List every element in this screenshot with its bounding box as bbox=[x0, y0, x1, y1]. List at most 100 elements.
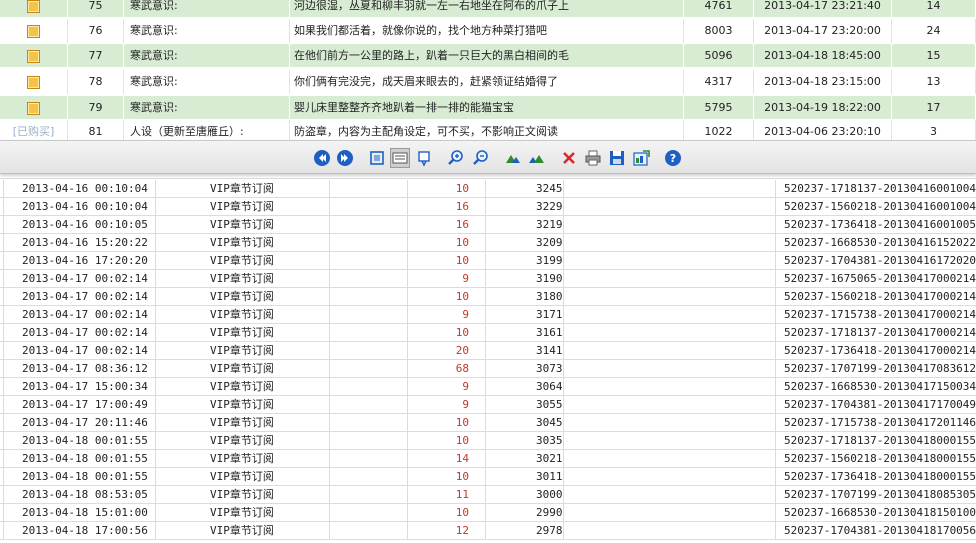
empty-cell bbox=[330, 252, 408, 270]
empty-cell bbox=[330, 324, 408, 342]
empty-cell bbox=[564, 324, 776, 342]
subscription-cost: 9 bbox=[408, 396, 486, 414]
table-row: 2013-04-16 00:10:05 VIP章节订阅 16 3219 520237-1… bbox=[0, 216, 976, 234]
empty-cell bbox=[564, 360, 776, 378]
empty-cell bbox=[330, 504, 408, 522]
purchased-label: [已购买] bbox=[12, 125, 55, 138]
chapter-title-link[interactable]: 在他们前方一公里的路上，趴着一只巨大的黑白相间的毛 bbox=[290, 44, 684, 68]
table-row: 2013-04-17 00:02:14 VIP章节订阅 20 3141 520237-1… bbox=[0, 342, 976, 360]
chapter-select-cell[interactable] bbox=[0, 0, 68, 18]
report-toolbar: ? bbox=[0, 140, 976, 174]
chapter-title-link[interactable]: 防盗章，内容为主配角设定，可不买，不影响正文阅读 bbox=[290, 120, 684, 140]
chapter-checkbox[interactable] bbox=[27, 101, 40, 115]
chapter-word-count: 5795 bbox=[684, 96, 754, 120]
subscription-words: 3045 bbox=[486, 414, 564, 432]
subscription-order-id: 520237-1704381-20130416172020 bbox=[784, 254, 976, 267]
chapter-select-cell[interactable]: [已购买] bbox=[0, 120, 68, 140]
table-row: 2013-04-18 00:01:55 VIP章节订阅 10 3035 520237-1… bbox=[0, 432, 976, 450]
subscription-cost: 11 bbox=[408, 486, 486, 504]
subscription-words: 3219 bbox=[486, 216, 564, 234]
subscription-cost: 10 bbox=[408, 432, 486, 450]
subscription-cost: 10 bbox=[408, 234, 486, 252]
print-button[interactable] bbox=[583, 148, 603, 168]
chapter-title-link[interactable]: 河边很湿，丛夏和柳丰羽就一左一右地坐在阿布的爪子上 bbox=[290, 0, 684, 18]
sort-ascending-button[interactable] bbox=[503, 148, 523, 168]
chapter-row[interactable]: 79 寒武意识: 婴儿床里整整齐齐地趴着一排一排的能猫宝宝 5795 2013-04-1… bbox=[0, 96, 976, 120]
zoom-out-button[interactable] bbox=[471, 148, 491, 168]
save-button[interactable] bbox=[607, 148, 627, 168]
subscription-words: 3190 bbox=[486, 270, 564, 288]
chapter-select-cell[interactable] bbox=[0, 96, 68, 120]
chapter-row[interactable]: 76 寒武意识: 如果我们都活着，就像你说的，找个地方种菜打猎吧 8003 2013-0… bbox=[0, 19, 976, 43]
sort-descending-button[interactable] bbox=[526, 148, 546, 168]
bookmark-icon bbox=[418, 151, 430, 167]
empty-cell bbox=[564, 486, 776, 504]
subscription-table: 2013-04-16 00:10:04 VIP章节订阅 10 3245 520237-1… bbox=[0, 174, 976, 543]
chapter-select-cell[interactable] bbox=[0, 70, 68, 94]
subscription-order-id: 520237-1718137-20130418000155 bbox=[784, 434, 976, 447]
subscription-time: 2013-04-17 00:02:14 bbox=[4, 324, 156, 342]
next-page-icon bbox=[337, 150, 353, 166]
subscription-cost: 20 bbox=[408, 342, 486, 360]
prev-page-button[interactable] bbox=[312, 148, 332, 168]
chapter-checkbox[interactable] bbox=[27, 24, 40, 38]
empty-cell bbox=[330, 522, 408, 540]
empty-cell bbox=[330, 378, 408, 396]
chapter-checkbox[interactable] bbox=[27, 75, 40, 89]
chapter-select-cell[interactable] bbox=[0, 44, 68, 68]
empty-cell bbox=[330, 180, 408, 198]
subscription-words: 2990 bbox=[486, 504, 564, 522]
subscription-time: 2013-04-18 00:01:55 bbox=[4, 432, 156, 450]
export-button[interactable] bbox=[631, 148, 651, 168]
chapter-score: 13 bbox=[892, 70, 976, 94]
fit-width-button[interactable] bbox=[390, 148, 410, 168]
chapter-select-cell[interactable] bbox=[0, 19, 68, 43]
subscription-type: VIP章节订阅 bbox=[156, 414, 330, 432]
subscription-order-id: 520237-1560218-20130417000214 bbox=[784, 290, 976, 303]
zoom-out-icon bbox=[473, 150, 488, 165]
empty-cell bbox=[330, 450, 408, 468]
fit-page-button[interactable] bbox=[367, 148, 387, 168]
chapter-word-count: 5096 bbox=[684, 44, 754, 68]
subscription-type: VIP章节订阅 bbox=[156, 216, 330, 234]
zoom-in-button[interactable] bbox=[446, 148, 466, 168]
empty-cell bbox=[330, 468, 408, 486]
chapter-volume: 寒武意识: bbox=[124, 0, 290, 18]
subscription-type: VIP章节订阅 bbox=[156, 486, 330, 504]
bookmark-button[interactable] bbox=[414, 148, 434, 168]
close-button[interactable] bbox=[559, 148, 579, 168]
chapter-title-link[interactable]: 婴儿床里整整齐齐地趴着一排一排的能猫宝宝 bbox=[290, 96, 684, 120]
subscription-time: 2013-04-17 00:02:14 bbox=[4, 306, 156, 324]
subscription-time: 2013-04-17 00:02:14 bbox=[4, 270, 156, 288]
subscription-order-id: 520237-1715738-20130417201146 bbox=[784, 416, 976, 429]
chapter-update-time: 2013-04-18 23:15:00 bbox=[754, 70, 892, 94]
chapter-row[interactable]: [已购买] 81 人设（更新至唐雁丘）: 防盗章，内容为主配角设定，可不买，不影响正文… bbox=[0, 120, 976, 140]
chapter-score: 15 bbox=[892, 44, 976, 68]
chapter-volume: 寒武意识: bbox=[124, 96, 290, 120]
help-button[interactable]: ? bbox=[663, 148, 683, 168]
table-row: 2013-04-17 08:36:12 VIP章节订阅 68 3073 520237-1… bbox=[0, 360, 976, 378]
subscription-words: 3199 bbox=[486, 252, 564, 270]
subscription-type: VIP章节订阅 bbox=[156, 288, 330, 306]
subscription-time: 2013-04-16 00:10:04 bbox=[4, 180, 156, 198]
empty-cell bbox=[330, 396, 408, 414]
next-page-button[interactable] bbox=[335, 148, 355, 168]
table-row: 2013-04-17 17:00:49 VIP章节订阅 9 3055 520237-17… bbox=[0, 396, 976, 414]
table-row: 2013-04-16 15:20:22 VIP章节订阅 10 3209 520237-1… bbox=[0, 234, 976, 252]
chapter-row[interactable]: 78 寒武意识: 你们俩有完没完，成天眉来眼去的，赶紧领证结婚得了 4317 2013-… bbox=[0, 70, 976, 94]
subscription-time: 2013-04-17 17:00:49 bbox=[4, 396, 156, 414]
chapter-checkbox[interactable] bbox=[27, 0, 40, 13]
subscription-time: 2013-04-17 00:02:14 bbox=[4, 288, 156, 306]
chapter-checkbox[interactable] bbox=[27, 49, 40, 63]
subscription-order-id: 520237-1560218-20130416001004 bbox=[784, 200, 976, 213]
chapter-title-link[interactable]: 如果我们都活着，就像你说的，找个地方种菜打猎吧 bbox=[290, 19, 684, 43]
table-row: 2013-04-17 15:00:34 VIP章节订阅 9 3064 520237-16… bbox=[0, 378, 976, 396]
chapter-number: 78 bbox=[68, 70, 124, 94]
subscription-time: 2013-04-18 00:01:55 bbox=[4, 468, 156, 486]
empty-cell bbox=[564, 306, 776, 324]
chapter-word-count: 8003 bbox=[684, 19, 754, 43]
chapter-row[interactable]: 75 寒武意识: 河边很湿，丛夏和柳丰羽就一左一右地坐在阿布的爪子上 4761 2013… bbox=[0, 0, 976, 18]
chapter-row[interactable]: 77 寒武意识: 在他们前方一公里的路上，趴着一只巨大的黑白相间的毛 5096 2013… bbox=[0, 44, 976, 68]
chapter-title-link[interactable]: 你们俩有完没完，成天眉来眼去的，赶紧领证结婚得了 bbox=[290, 70, 684, 94]
table-row: 2013-04-18 08:53:05 VIP章节订阅 11 3000 520237-1… bbox=[0, 486, 976, 504]
